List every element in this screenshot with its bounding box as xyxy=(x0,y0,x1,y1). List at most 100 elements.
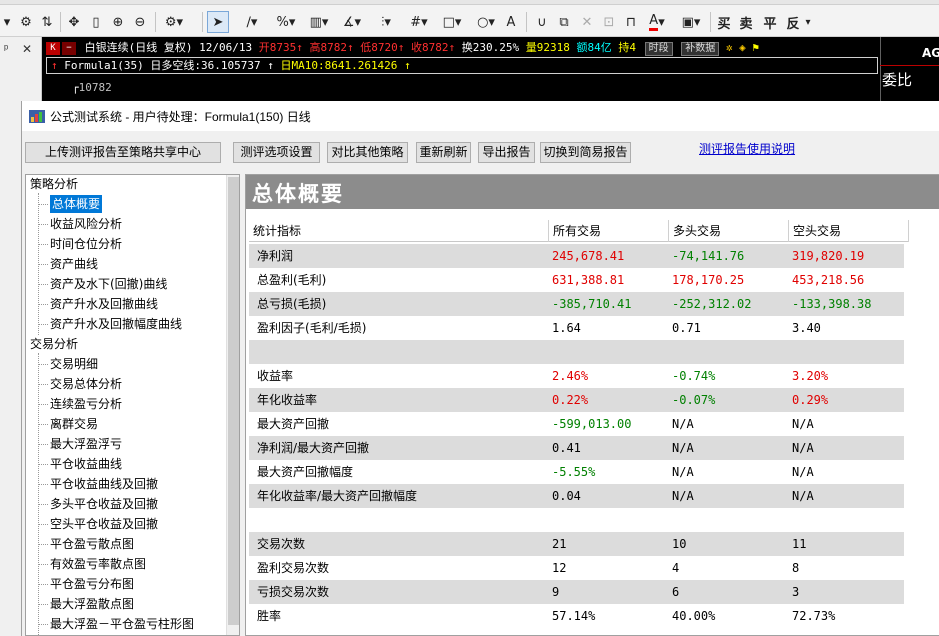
tree-item[interactable]: 多头平仓收益及回撤 xyxy=(50,495,158,513)
flag-icon[interactable]: ⚑ xyxy=(752,41,759,54)
delete-icon[interactable]: ✕ xyxy=(577,11,597,33)
hash-icon[interactable]: #▾ xyxy=(405,11,433,33)
tree-item[interactable]: 平仓盈亏散点图 xyxy=(50,535,134,553)
price-tick: ┌10782 xyxy=(72,81,112,94)
scrollbar-thumb[interactable] xyxy=(228,177,239,625)
ruler-icon[interactable]: ▯ xyxy=(86,11,106,33)
table-row: 总盈利(毛利) 631,388.81 178,170.25 453,218.56 xyxy=(249,268,904,292)
tree-item[interactable]: 离群交易 xyxy=(50,415,98,433)
settings-icon[interactable]: ⚙ xyxy=(16,11,36,33)
color-icon[interactable]: A ▾ xyxy=(643,11,671,33)
tree-item[interactable]: 资产及水下(回撤)曲线 xyxy=(50,275,167,293)
amount: 额84亿 xyxy=(576,41,612,54)
lock-open-icon[interactable]: ⊡ xyxy=(599,11,619,33)
refresh-button[interactable]: 重新刷新 xyxy=(416,142,471,163)
tree-category[interactable]: 交易分析 xyxy=(30,335,78,353)
tree-branch-line xyxy=(39,504,48,505)
flat-button[interactable]: 平 xyxy=(762,11,778,33)
tree-item[interactable]: 空头平仓收益及回撤 xyxy=(50,515,158,533)
formula-test-dialog: 公式测试系统 - 用户待处理：Formula1(150) 日线 上传测评报告至策… xyxy=(21,101,939,636)
compare-button[interactable]: 对比其他策略 xyxy=(327,142,408,163)
tree-item[interactable]: 资产曲线 xyxy=(50,255,98,273)
metric-label: 交易次数 xyxy=(257,537,306,551)
value-long: 6 xyxy=(672,585,680,599)
tree-category[interactable]: 策略分析 xyxy=(30,175,78,193)
more-chevron-icon[interactable]: ▾ xyxy=(803,11,813,33)
kline-icon[interactable]: K xyxy=(46,41,60,55)
tree-branch-line xyxy=(39,204,48,205)
analysis-tree[interactable]: 策略分析总体概要收益风险分析 时间仓位分析 资产曲线资产及水下(回撤)曲线 资产升水及… xyxy=(25,174,240,636)
period-button[interactable]: 时段 xyxy=(644,42,673,56)
grid-icon[interactable]: ▥▾ xyxy=(305,11,333,33)
kline-chart[interactable]: K − 白银连续(日线 复权) 12/06/13 开8735↑ 高8782↑ 低8… xyxy=(42,37,939,101)
crosshair-icon[interactable]: ✥ xyxy=(64,11,84,33)
report-panel: 总体概要 统计指标 所有交易 多头交易 空头交易 净利润 245,678.41 -7… xyxy=(245,174,939,636)
buy-button[interactable]: 买 xyxy=(716,11,732,33)
tree-item[interactable]: 总体概要 xyxy=(50,195,103,213)
angle-icon[interactable]: ∡▾ xyxy=(338,11,366,33)
value-all: 21 xyxy=(552,537,567,551)
magnet-icon[interactable]: ∪ xyxy=(532,11,552,33)
tree-item[interactable]: 平仓收益曲线及回撤 xyxy=(50,475,158,493)
options-button[interactable]: 测评选项设置 xyxy=(233,142,320,163)
levels-icon[interactable]: ⫶▾ xyxy=(372,11,400,33)
tree-item[interactable]: 平仓收益曲线 xyxy=(50,455,122,473)
table-row: 净利润 245,678.41 -74,141.76 319,820.19 xyxy=(249,244,904,268)
zoom-out-icon[interactable]: ⊖ xyxy=(130,11,150,33)
tree-branch-line xyxy=(39,564,48,565)
gear-icon[interactable]: ✲ xyxy=(726,41,733,54)
save-icon[interactable]: ▣▾ xyxy=(676,11,706,33)
tree-item[interactable]: 资产升水及回撤曲线 xyxy=(50,295,158,313)
export-button[interactable]: 导出报告 xyxy=(478,142,535,163)
minus-icon[interactable]: − xyxy=(62,41,76,55)
tree-item[interactable]: 时间仓位分析 xyxy=(50,235,122,253)
upload-report-button[interactable]: 上传测评报告至策略共享中心 xyxy=(25,142,221,163)
reverse-button[interactable]: 反 xyxy=(785,11,801,33)
diamond-icon[interactable]: ◈ xyxy=(739,41,746,54)
tree-branch-line xyxy=(39,424,48,425)
metric-label: 年化收益率/最大资产回撤幅度 xyxy=(257,489,418,503)
text-icon[interactable]: A xyxy=(503,11,519,33)
percent-icon[interactable]: %▾ xyxy=(272,11,300,33)
value-long: N/A xyxy=(672,417,694,431)
header-short-trades[interactable]: 空头交易 xyxy=(789,220,909,242)
tree-item[interactable]: 连续盈亏分析 xyxy=(50,395,122,413)
tree-item[interactable]: 交易明细 xyxy=(50,355,98,373)
gear-icon[interactable]: ⚙▾ xyxy=(160,11,188,33)
sell-button[interactable]: 卖 xyxy=(738,11,754,33)
filter-icon[interactable]: ▾ xyxy=(0,11,14,33)
volume: 量92318 xyxy=(525,41,570,54)
fill-data-button[interactable]: 补数据 xyxy=(681,42,720,56)
rectangle-icon[interactable]: □▾ xyxy=(438,11,466,33)
help-link[interactable]: 测评报告使用说明 xyxy=(699,140,795,157)
right-code: AG xyxy=(922,46,939,60)
line-icon[interactable]: ∕▾ xyxy=(238,11,266,33)
circle-icon[interactable]: ○▾ xyxy=(472,11,500,33)
formula-name[interactable]: Formula1(35) xyxy=(64,59,143,72)
tree-scrollbar[interactable] xyxy=(226,175,239,635)
zoom-in-icon[interactable]: ⊕ xyxy=(108,11,128,33)
tree-item[interactable]: 资产升水及回撤幅度曲线 xyxy=(50,315,182,333)
report-banner: 总体概要 xyxy=(246,175,939,209)
header-metric[interactable]: 统计指标 xyxy=(249,220,549,242)
header-long-trades[interactable]: 多头交易 xyxy=(669,220,789,242)
tree-item[interactable]: 平仓盈亏分布图 xyxy=(50,575,134,593)
tree-item[interactable]: 最大浮盈－平仓盈亏柱形图 xyxy=(50,615,194,633)
swap-icon[interactable]: ⇅ xyxy=(37,11,57,33)
tree-item[interactable]: 收益风险分析 xyxy=(50,215,122,233)
value-short: 453,218.56 xyxy=(792,273,865,287)
tree-item[interactable]: 交易总体分析 xyxy=(50,375,122,393)
value-all: 57.14% xyxy=(552,609,596,623)
header-all-trades[interactable]: 所有交易 xyxy=(549,220,669,242)
pin-icon[interactable]: ᵖ xyxy=(4,43,8,55)
tree-item[interactable]: 最大浮盈散点图 xyxy=(50,595,134,613)
copy-icon[interactable]: ⧉ xyxy=(554,11,574,33)
switch-simple-report-button[interactable]: 切换到简易报告 xyxy=(540,142,631,163)
pointer-icon[interactable]: ➤ xyxy=(207,11,229,33)
tree-item[interactable]: 最大浮盈浮亏 xyxy=(50,435,122,453)
lock-icon[interactable]: ⊓ xyxy=(621,11,641,33)
table-row: 年化收益率/最大资产回撤幅度 0.04 N/A N/A xyxy=(249,484,904,508)
close-icon[interactable]: ✕ xyxy=(22,42,32,56)
tree-item[interactable]: 有效盈亏率散点图 xyxy=(50,555,146,573)
divider xyxy=(880,65,939,66)
